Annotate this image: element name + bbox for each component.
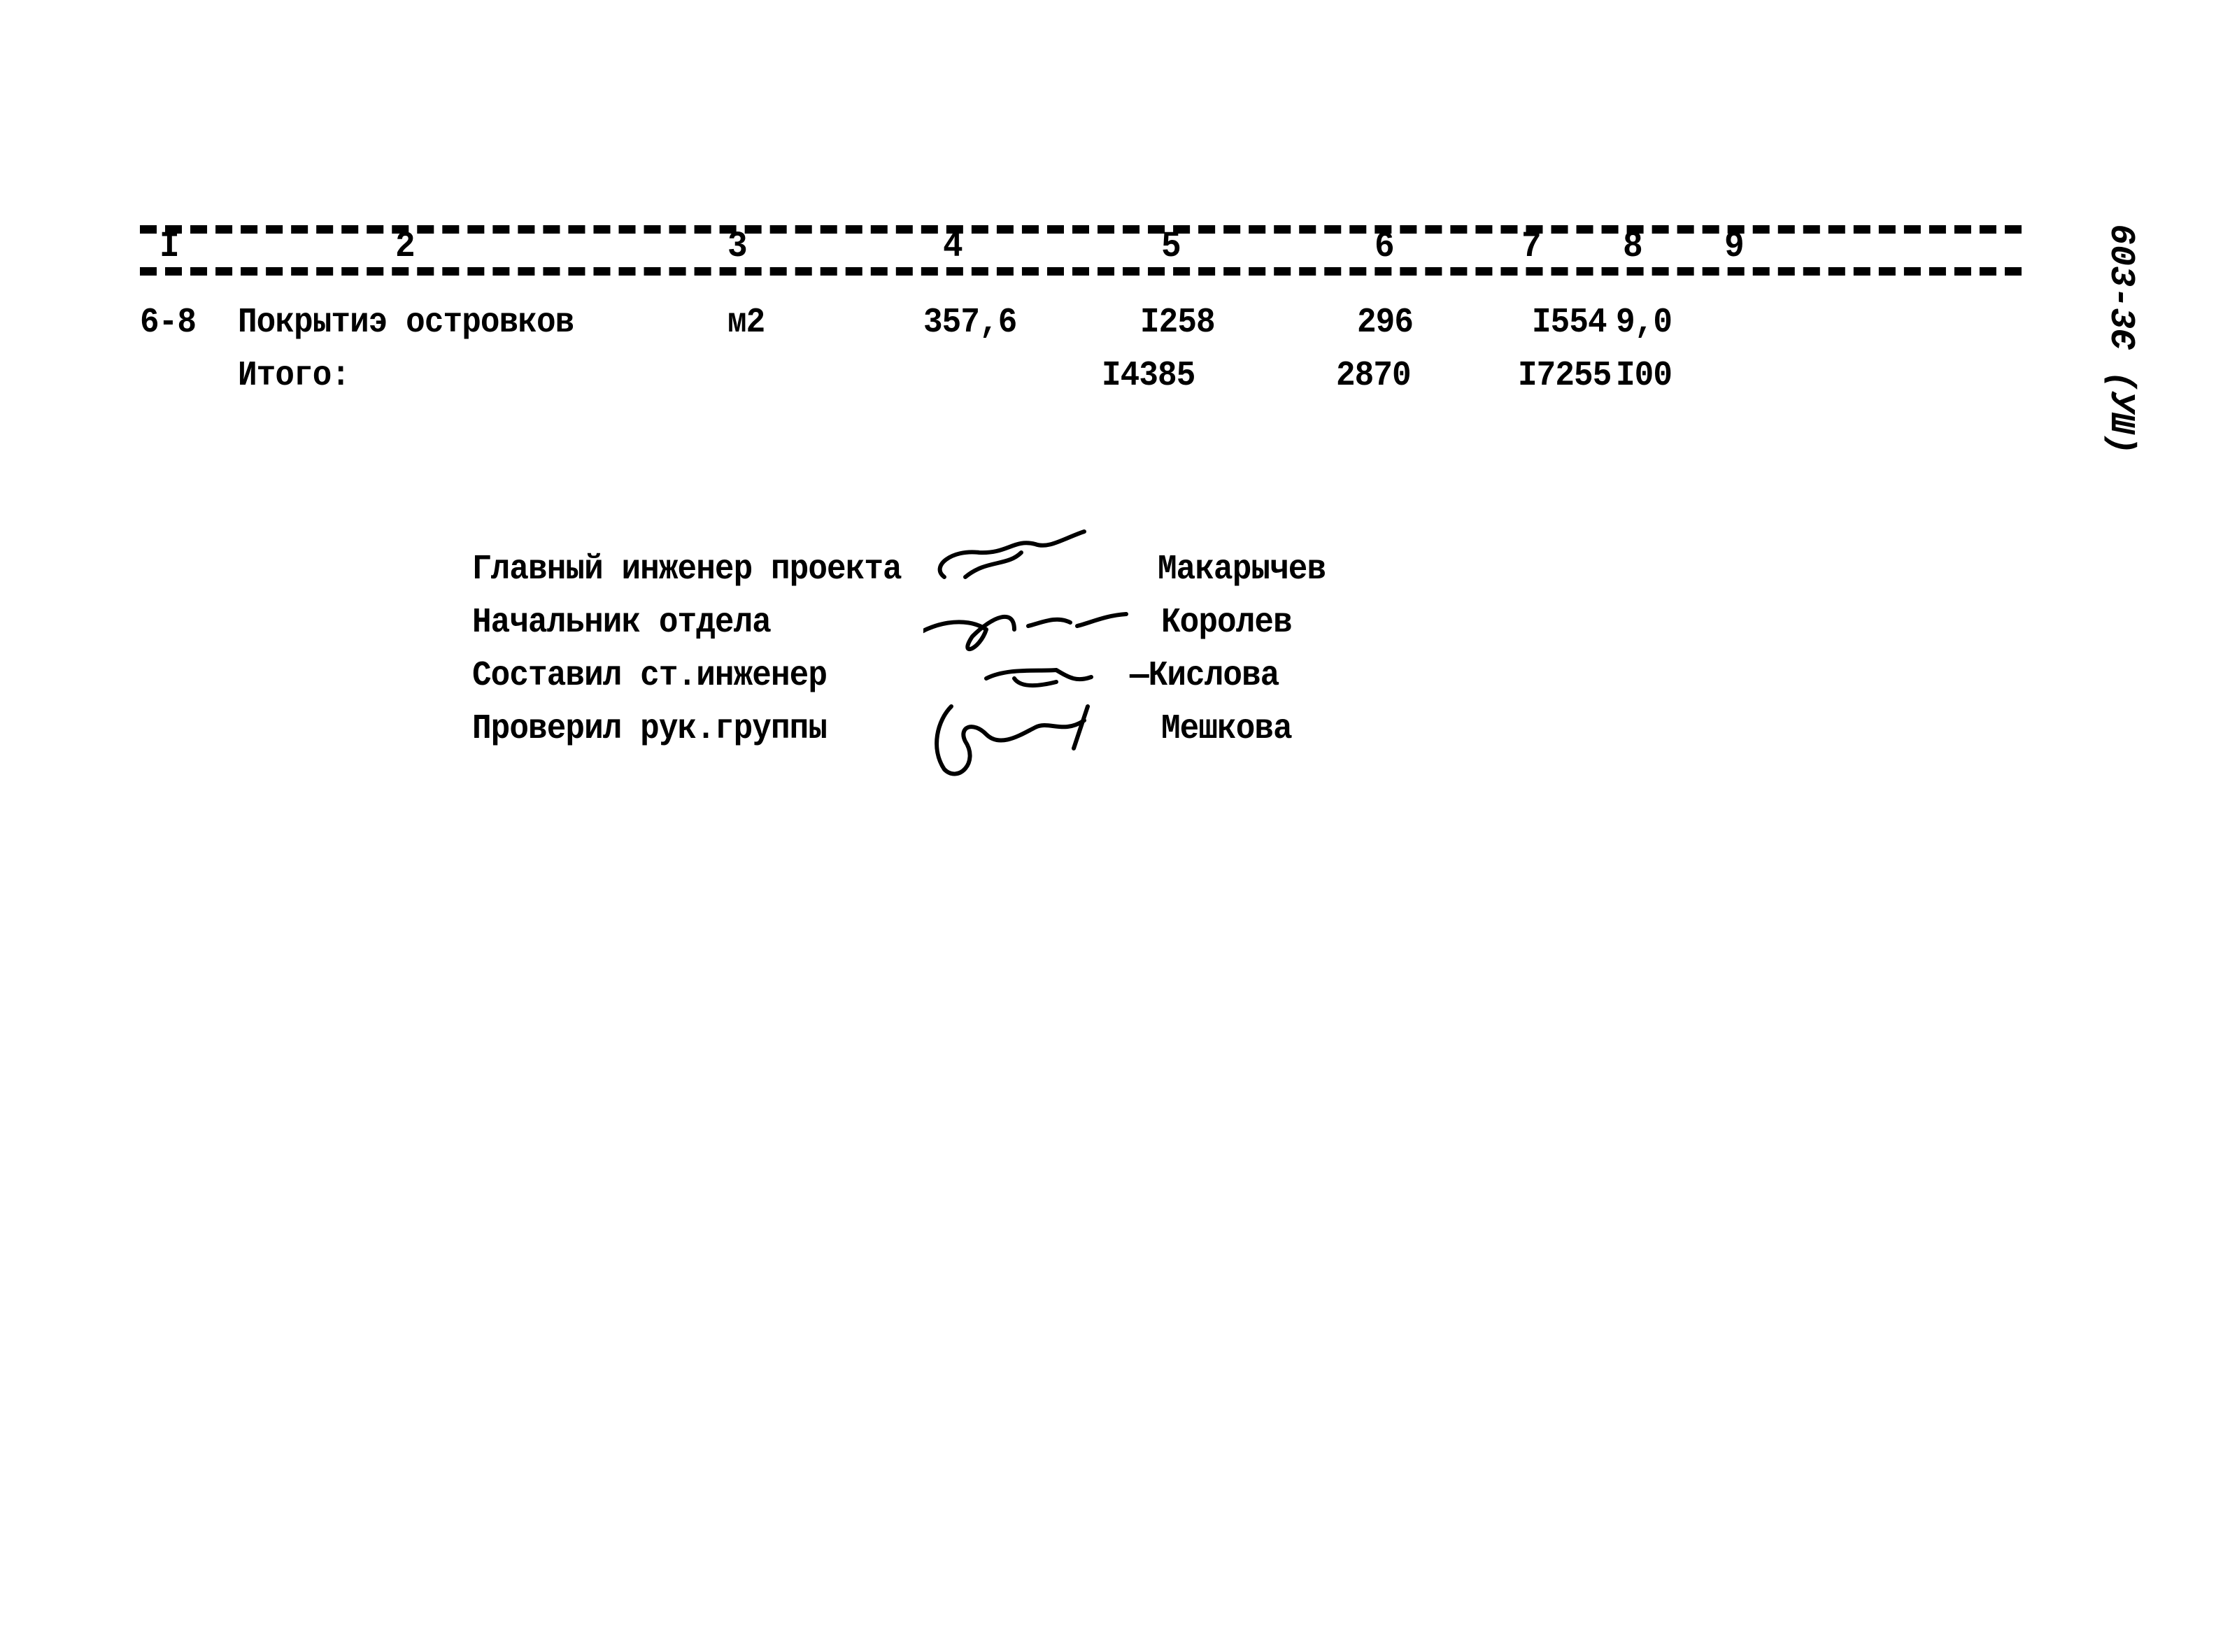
- column-number-9: 9: [1724, 226, 1745, 267]
- column-number-7: 7: [1521, 226, 1542, 267]
- signature-name-chief-engineer: Макарычев: [1158, 550, 1326, 590]
- row-col6: 296: [1357, 303, 1414, 343]
- handwritten-signatures: [923, 529, 1128, 776]
- header-dashed-line-bottom: [140, 267, 2022, 276]
- signature-name-group-lead: Мешкова: [1161, 709, 1293, 749]
- column-number-4: 4: [943, 226, 963, 267]
- signature-scribble-4: [935, 704, 1090, 776]
- row-code: 6-8: [140, 303, 197, 343]
- signature-name-department-head: Королев: [1161, 603, 1293, 643]
- total-col6: 2870: [1336, 356, 1412, 396]
- total-col5: I4385: [1102, 356, 1195, 396]
- signature-scribble-1: [937, 529, 1086, 579]
- total-label: Итого:: [238, 356, 350, 396]
- column-number-3: 3: [727, 226, 748, 267]
- row-quantity: 357,6: [923, 303, 1017, 343]
- signature-role-chief-engineer: Главный инженер проекта: [472, 550, 902, 590]
- column-number-2: 2: [395, 226, 416, 267]
- row-name: Покрытиэ островков: [238, 303, 574, 343]
- total-col8: I00: [1616, 356, 1672, 396]
- signature-scribble-3: [984, 667, 1093, 688]
- margin-document-code-text: 603-3Є (УШ): [2101, 224, 2140, 455]
- total-col7: I7255: [1518, 356, 1612, 396]
- signature-role-group-lead: Проверил рук.группы: [472, 709, 828, 749]
- row-col8: 9,0: [1616, 303, 1672, 343]
- column-number-1: I: [159, 226, 180, 267]
- column-number-6: 6: [1375, 226, 1395, 267]
- row-unit: м2: [727, 303, 765, 343]
- signature-name-compiler: —Кислова: [1130, 656, 1279, 696]
- signature-role-department-head: Начальник отдела: [472, 603, 772, 643]
- signature-role-compiler: Составил ст.инженер: [472, 656, 828, 696]
- column-number-8: 8: [1623, 226, 1643, 267]
- signature-scribble-2: [923, 612, 1128, 652]
- row-col7: I554: [1532, 303, 1607, 343]
- margin-document-code: 603-3Є (УШ): [2101, 224, 2144, 455]
- document-page: I 2 3 4 5 6 7 8 9 6-8 Покрытиэ островков…: [0, 0, 2230, 1652]
- column-number-5: 5: [1161, 226, 1181, 267]
- row-col5: I258: [1140, 303, 1216, 343]
